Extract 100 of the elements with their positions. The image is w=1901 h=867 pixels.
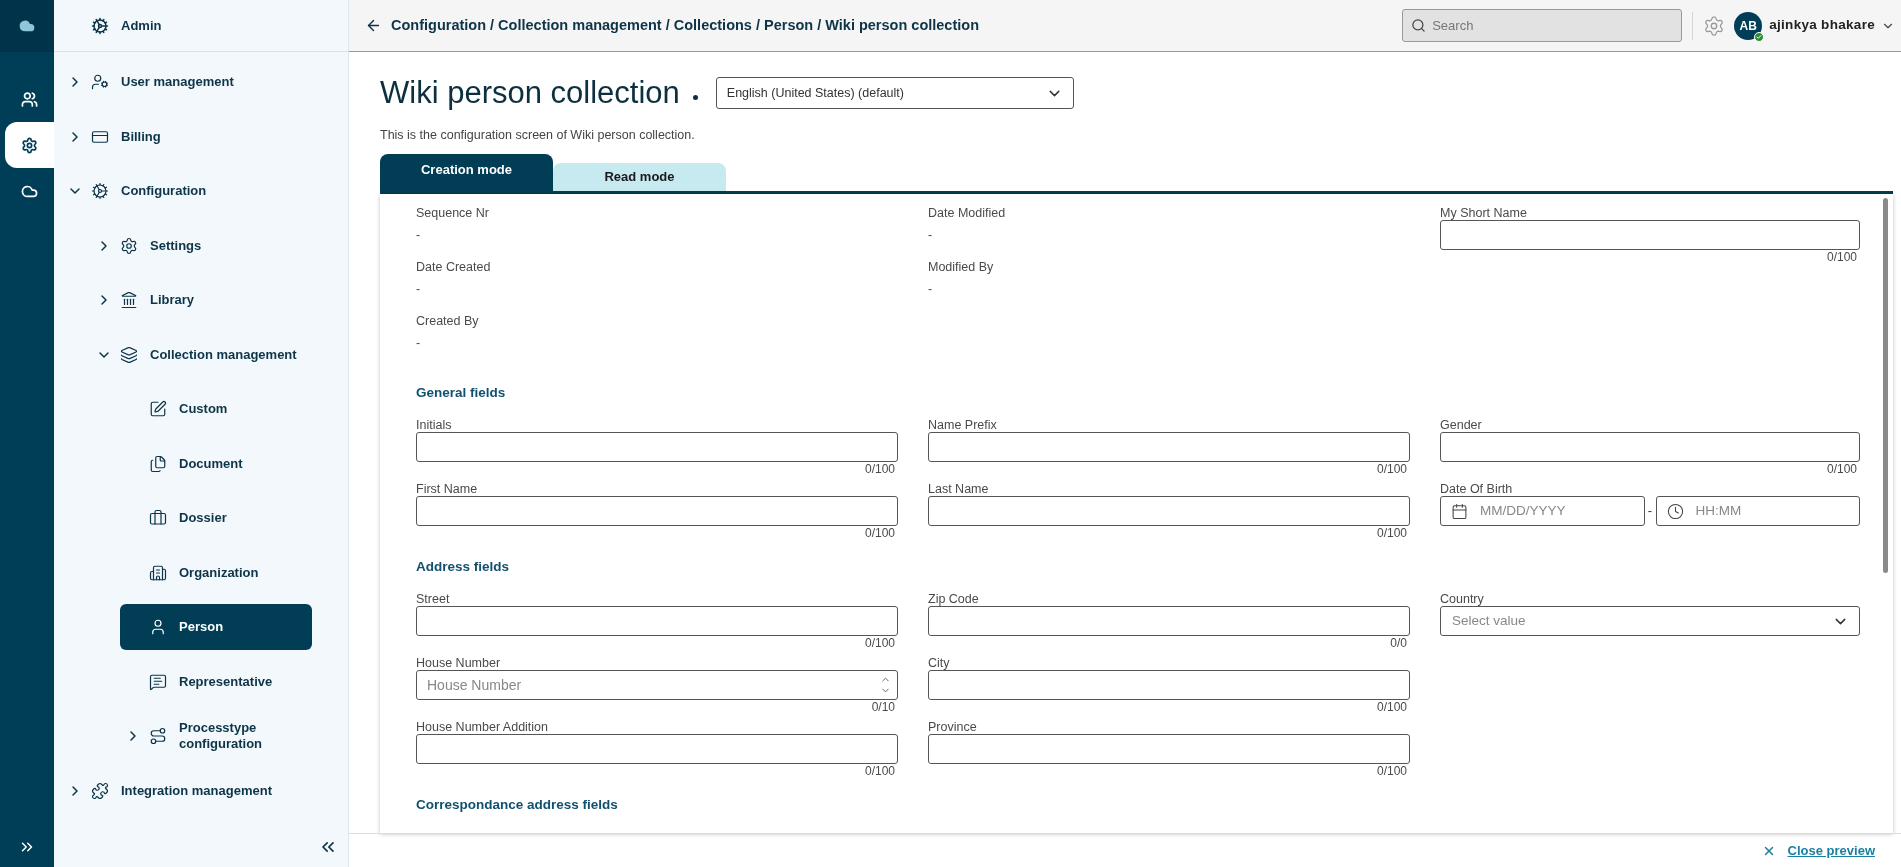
field-label: Sequence Nr — [416, 206, 489, 220]
number-input[interactable]: House Number — [427, 674, 880, 696]
settings-icon — [21, 136, 38, 154]
field-label: Created By — [416, 314, 479, 328]
sidebar-item[interactable]: Custom — [120, 386, 312, 433]
character-counter: 0/100 — [864, 462, 895, 476]
briefcase-icon — [149, 509, 167, 528]
character-counter: 0/0 — [1390, 636, 1407, 650]
search-icon — [1411, 18, 1427, 33]
text-field[interactable] — [416, 432, 898, 462]
character-counter: 0/100 — [1376, 526, 1407, 540]
field-label: Modified By — [928, 260, 994, 274]
breadcrumb[interactable]: Configuration / Collection management / Collections / Person / Wiki person collection — [391, 14, 979, 37]
field-label: Date Created — [416, 260, 491, 274]
sidebar-title: Admin — [121, 16, 162, 35]
field-value: - — [416, 228, 421, 242]
field-value: - — [928, 228, 933, 242]
character-counter: 0/100 — [1826, 462, 1857, 476]
text-field[interactable] — [416, 496, 898, 526]
sidebar-item[interactable]: Billing — [62, 113, 312, 160]
field-label: First Name — [416, 482, 478, 496]
people-icon — [21, 90, 38, 108]
time-field[interactable]: HH:MM — [1655, 496, 1860, 526]
field-label: Last Name — [928, 482, 989, 496]
sidebar-item[interactable]: Representative — [120, 658, 312, 705]
close-preview-link[interactable]: Close preview — [1787, 840, 1875, 861]
field-label: Date Of Birth — [1440, 482, 1513, 496]
field-label: Initials — [416, 418, 452, 432]
text-field[interactable] — [928, 670, 1410, 700]
sidebar-item[interactable]: Document — [120, 440, 312, 487]
sidebar-item[interactable]: Person — [120, 604, 312, 651]
text-field[interactable] — [1440, 220, 1860, 250]
text-field[interactable] — [1440, 432, 1860, 462]
tab[interactable]: Creation mode — [380, 154, 553, 191]
character-counter: 0/100 — [864, 764, 895, 778]
field-label: Country — [1440, 592, 1484, 606]
settings-icon[interactable] — [1703, 14, 1726, 37]
character-counter: 0/100 — [864, 526, 895, 540]
settings-icon — [120, 236, 138, 255]
sidebar-item[interactable]: Processtype configuration — [120, 713, 312, 760]
sidebar-item[interactable]: Collection management — [91, 331, 312, 378]
tab[interactable]: Read mode — [553, 163, 726, 191]
puzzle-icon — [91, 781, 109, 800]
documents-icon — [149, 454, 167, 473]
language-select[interactable]: English (United States) (default) — [715, 77, 1074, 109]
field-label: Zip Code — [928, 592, 979, 606]
user-gear-icon — [91, 73, 109, 92]
field-label: City — [928, 656, 950, 670]
text-field[interactable] — [928, 432, 1410, 462]
date-field[interactable]: MM/DD/YYYY — [1440, 496, 1645, 526]
field-label: House Number Addition — [416, 720, 549, 734]
text-field[interactable] — [928, 734, 1410, 764]
route-icon — [149, 727, 167, 746]
sidebar-item[interactable]: Organization — [120, 549, 312, 596]
sidebar-item[interactable]: Library — [91, 277, 312, 324]
character-counter: 0/100 — [1376, 764, 1407, 778]
sidebar-item[interactable]: Configuration — [62, 168, 312, 215]
person-icon — [149, 618, 167, 637]
scrollbar-thumb[interactable] — [1883, 198, 1888, 573]
field-value: - — [416, 282, 421, 296]
logo-icon — [19, 18, 35, 34]
field-value: - — [416, 336, 421, 350]
note-pen-icon — [149, 400, 167, 419]
field-label: Name Prefix — [928, 418, 997, 432]
text-field[interactable] — [416, 606, 898, 636]
search-input[interactable]: Search — [1432, 15, 1682, 36]
select-field[interactable]: Select value — [1440, 606, 1860, 636]
character-counter: 0/100 — [864, 636, 895, 650]
clock-icon — [1666, 502, 1684, 520]
user-avatar[interactable]: AB — [1734, 11, 1763, 40]
range-separator: - — [1646, 502, 1654, 521]
calendar-icon — [1451, 502, 1468, 520]
character-counter: 0/100 — [1376, 462, 1407, 476]
character-counter: 0/10 — [871, 700, 895, 714]
section-heading: General fields — [416, 385, 506, 400]
character-counter: 0/100 — [1826, 250, 1857, 264]
field-label: My Short Name — [1440, 206, 1527, 220]
sidebar-item[interactable]: Settings — [91, 222, 312, 269]
field-label: Street — [416, 592, 450, 606]
section-heading: Address fields — [416, 559, 510, 574]
text-field[interactable] — [928, 606, 1410, 636]
field-label: House Number — [416, 656, 501, 670]
user-name[interactable]: ajinkya bhakare — [1769, 15, 1875, 36]
field-label: Date Modified — [928, 206, 1006, 220]
sidebar-item[interactable]: User management — [62, 59, 312, 106]
sidebar-item[interactable]: Integration management — [62, 767, 312, 814]
sidebar-item[interactable]: Dossier — [120, 495, 312, 542]
layers-icon — [120, 345, 138, 364]
text-field[interactable] — [928, 496, 1410, 526]
time-input[interactable]: HH:MM — [1695, 500, 1859, 522]
field-label: Province — [928, 720, 977, 734]
field-value: - — [928, 282, 933, 296]
bank-icon — [120, 291, 138, 310]
date-input[interactable]: MM/DD/YYYY — [1480, 500, 1644, 522]
number-field[interactable]: House Number — [416, 670, 898, 700]
character-counter: 0/100 — [1376, 700, 1407, 714]
rail-button[interactable] — [5, 122, 54, 168]
text-field[interactable] — [416, 734, 898, 764]
search-field[interactable]: Search — [1402, 9, 1683, 42]
page-title: Wiki person collection — [380, 74, 680, 112]
